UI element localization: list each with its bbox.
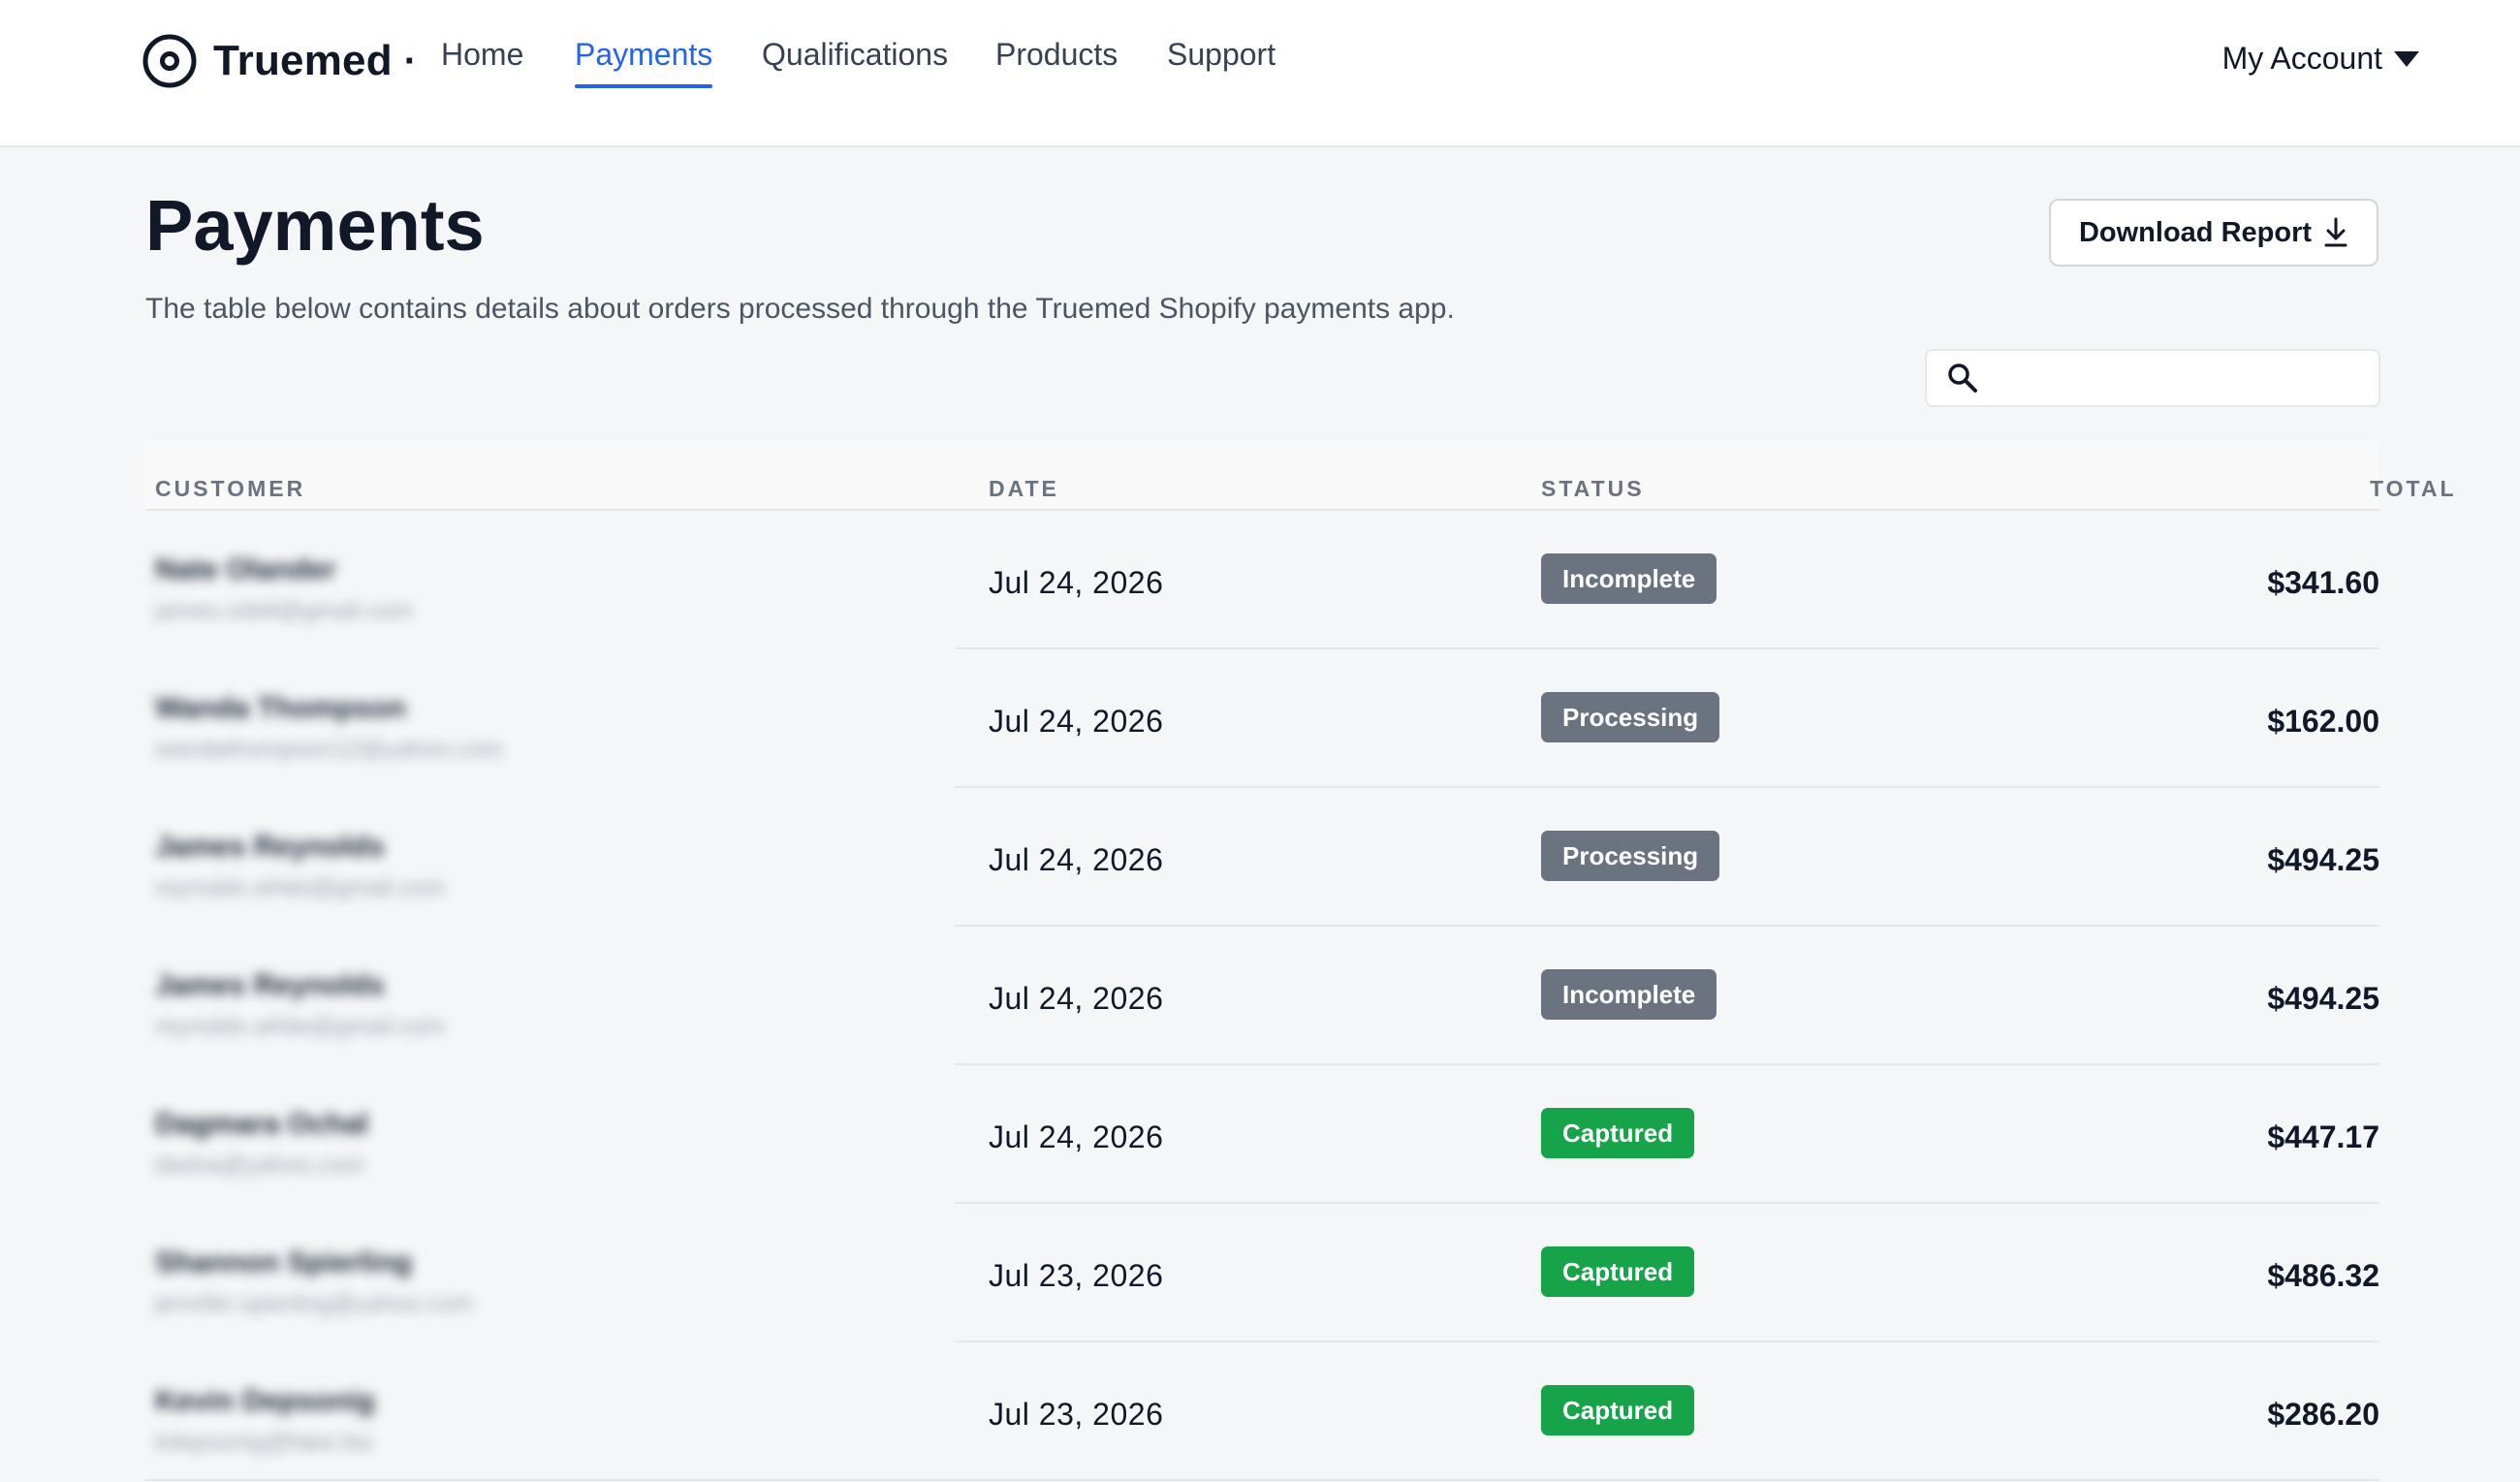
status-badge: Processing	[1541, 692, 1720, 742]
status-badge: Captured	[1541, 1246, 1695, 1297]
order-total: $162.00	[2267, 704, 2379, 739]
nav-item-qualifications[interactable]: Qualifications	[762, 37, 948, 82]
search-input[interactable]	[1989, 353, 2361, 403]
order-total: $494.25	[2267, 981, 2379, 1016]
customer-email: dasha@yahoo.com	[155, 1151, 364, 1179]
download-icon	[2324, 217, 2347, 247]
column-header-status: STATUS	[1541, 476, 1645, 501]
customer-name: Dagmara Ochal	[155, 1108, 369, 1140]
order-date: Jul 23, 2026	[989, 1258, 1164, 1293]
table-row[interactable]: Shannon Spierling jennifer.spierling@yaho…	[145, 1204, 2379, 1342]
nav-item-payments[interactable]: Payments	[575, 37, 713, 88]
customer-name: Wanda Thompson	[155, 692, 406, 724]
customer-name: Kevin Depsonig	[155, 1385, 375, 1417]
customer-email: james.odell@gmail.com	[155, 597, 413, 624]
order-date: Jul 24, 2026	[989, 704, 1164, 739]
table-row[interactable]: James Reynolds reynolds.white@gmail.com Ju…	[145, 927, 2379, 1065]
customer-name: Nate Olander	[155, 553, 336, 585]
search-box[interactable]	[1925, 349, 2380, 407]
customer-email: reynolds.white@gmail.com	[155, 874, 446, 901]
page-title: Payments	[145, 185, 485, 266]
customer-email: kdepsonig@fake.biz	[155, 1429, 374, 1456]
top-navigation-bar: Truemed · Home Payments Qualifications P…	[0, 0, 2520, 147]
order-date: Jul 24, 2026	[989, 842, 1164, 877]
nav-item-home[interactable]: Home	[441, 37, 523, 82]
column-header-customer: CUSTOMER	[155, 476, 306, 501]
download-report-label: Download Report	[2078, 216, 2313, 248]
customer-email: wandathompson12@yahoo.com	[155, 736, 503, 763]
column-header-total: TOTAL	[2370, 476, 2457, 501]
customer-name: James Reynolds	[155, 969, 385, 1001]
customer-name: James Reynolds	[155, 831, 385, 863]
table-row[interactable]: Kevin Depsonig kdepsonig@fake.biz Jul 23, …	[145, 1342, 2379, 1481]
table-header: CUSTOMER DATE STATUS TOTAL	[145, 441, 2454, 511]
download-report-button[interactable]: Download Report	[2049, 199, 2378, 267]
my-account-label: My Account	[2221, 41, 2382, 76]
customer-email: jennifer.spierling@yahoo.com	[155, 1290, 474, 1317]
order-total: $486.32	[2267, 1258, 2379, 1293]
brand-name: Truemed	[213, 37, 393, 84]
order-date: Jul 24, 2026	[989, 1119, 1164, 1154]
status-badge: Incomplete	[1541, 969, 1717, 1020]
status-badge: Captured	[1541, 1108, 1695, 1158]
brand-logo[interactable]: Truemed ·	[142, 32, 417, 90]
status-badge: Incomplete	[1541, 553, 1717, 604]
order-date: Jul 24, 2026	[989, 981, 1164, 1016]
customer-name: Shannon Spierling	[155, 1246, 413, 1278]
order-date: Jul 23, 2026	[989, 1397, 1164, 1432]
nav-item-support[interactable]: Support	[1167, 37, 1276, 82]
payments-table: CUSTOMER DATE STATUS TOTAL Nate Olander j…	[145, 441, 2454, 1481]
status-badge: Processing	[1541, 831, 1720, 881]
column-header-date: DATE	[989, 476, 1059, 501]
search-icon	[1948, 363, 1977, 393]
order-total: $494.25	[2267, 842, 2379, 877]
order-total: $286.20	[2267, 1397, 2379, 1432]
table-row[interactable]: Nate Olander james.odell@gmail.com Jul 24,…	[145, 511, 2379, 649]
status-badge: Captured	[1541, 1385, 1695, 1435]
table-row[interactable]: Dagmara Ochal dasha@yahoo.com Jul 24, 2026…	[145, 1065, 2379, 1204]
order-date: Jul 24, 2026	[989, 565, 1164, 600]
order-total: $447.17	[2267, 1119, 2379, 1154]
nav-item-products[interactable]: Products	[995, 37, 1118, 82]
page-subtitle: The table below contains details about o…	[145, 293, 1455, 325]
table-row[interactable]: Wanda Thompson wandathompson12@yahoo.com J…	[145, 649, 2379, 788]
table-row[interactable]: James Reynolds reynolds.white@gmail.com Ju…	[145, 788, 2379, 927]
my-account-menu[interactable]: My Account	[2222, 41, 2419, 77]
target-icon	[142, 34, 197, 88]
table-body: Nate Olander james.odell@gmail.com Jul 24,…	[145, 511, 2379, 1481]
brand-separator: ·	[403, 39, 418, 82]
customer-email: reynolds.white@gmail.com	[155, 1013, 446, 1040]
caret-down-icon	[2394, 50, 2419, 67]
order-total: $341.60	[2267, 565, 2379, 600]
